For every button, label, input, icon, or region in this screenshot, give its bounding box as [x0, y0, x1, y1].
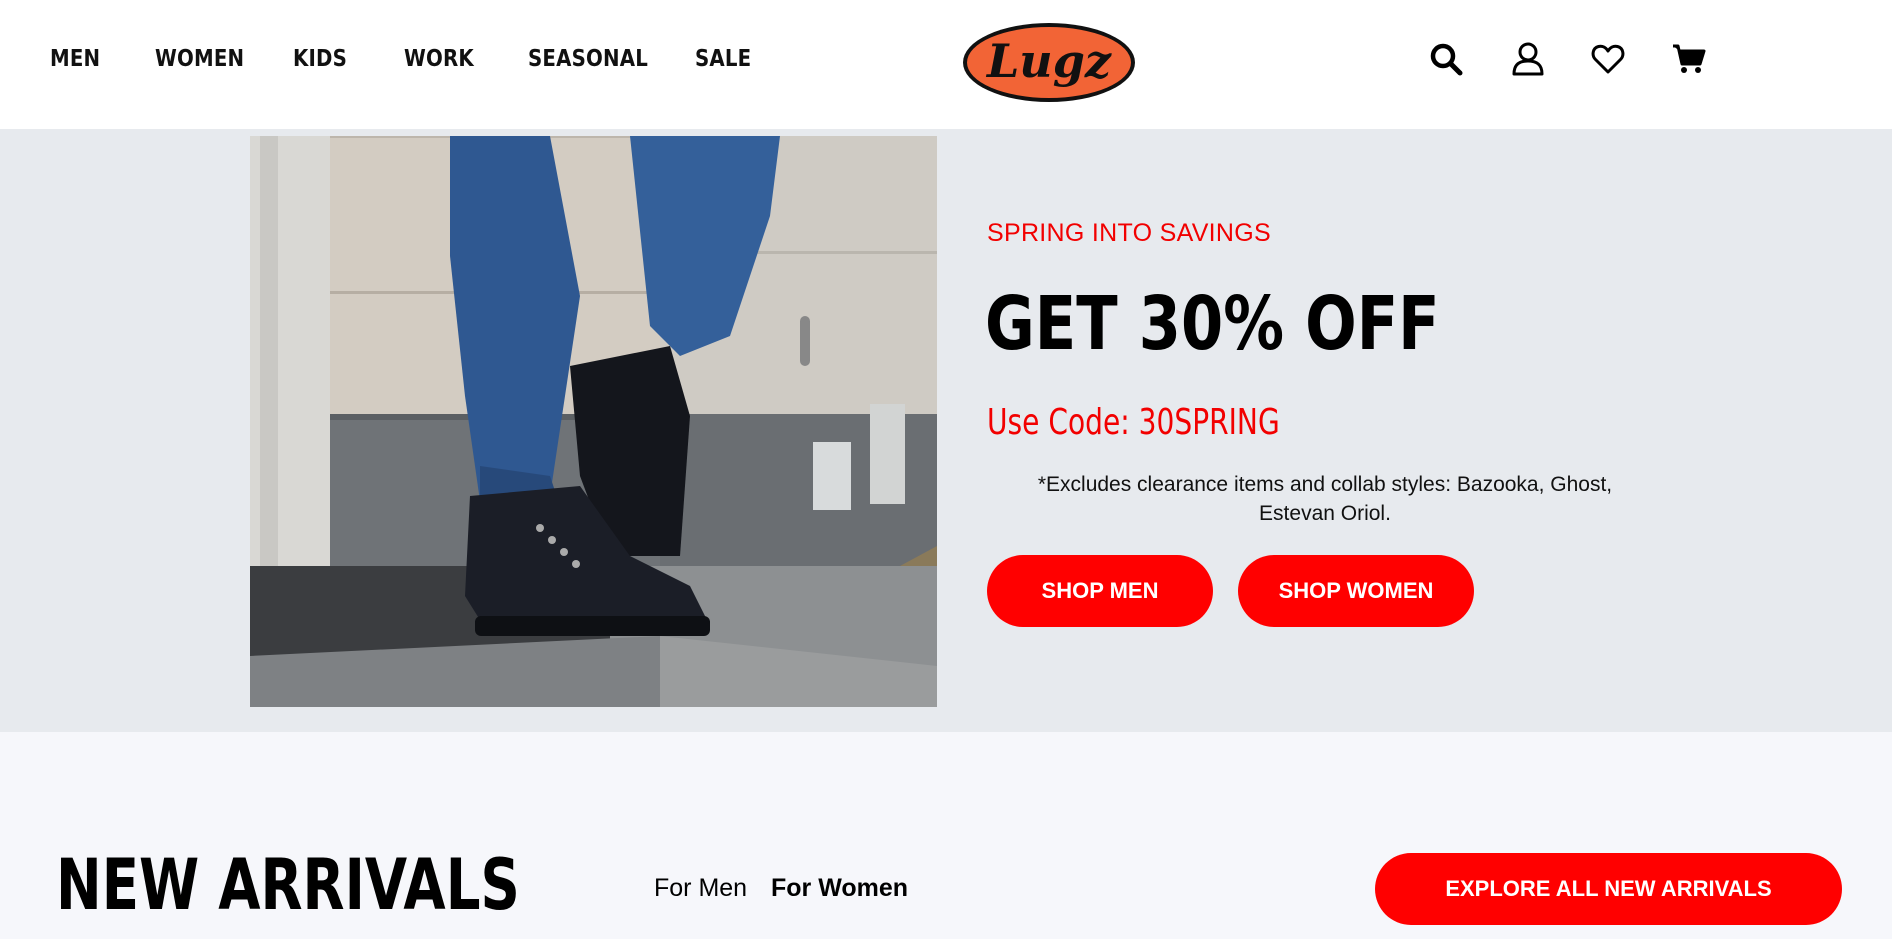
- nav-item-men[interactable]: MEN: [50, 46, 100, 72]
- promo-hero: SPRING INTO SAVINGS GET 30% OFF Use Code…: [0, 129, 1892, 732]
- shop-women-button[interactable]: SHOP WOMEN: [1238, 555, 1474, 627]
- promo-exclusions-note: *Excludes clearance items and collab sty…: [1037, 473, 1613, 525]
- tab-for-men[interactable]: For Men: [654, 874, 747, 903]
- site-header: MEN WOMEN KIDS WORK SEASONAL SALE Lugz: [0, 0, 1892, 129]
- nav-item-sale[interactable]: SALE: [695, 46, 751, 72]
- shop-men-button[interactable]: SHOP MEN: [987, 555, 1213, 627]
- explore-new-arrivals-button[interactable]: EXPLORE ALL NEW ARRIVALS: [1375, 853, 1842, 925]
- logo-text: Lugz: [985, 34, 1112, 88]
- promo-code: Use Code: 30SPRING: [987, 402, 1280, 443]
- promo-kicker: SPRING INTO SAVINGS: [987, 219, 1271, 247]
- nav-item-kids[interactable]: KIDS: [293, 46, 347, 72]
- nav-item-women[interactable]: WOMEN: [155, 46, 244, 72]
- promo-headline: GET 30% OFF: [985, 281, 1440, 367]
- lugz-logo[interactable]: Lugz: [961, 21, 1137, 104]
- tab-for-women[interactable]: For Women: [771, 874, 908, 903]
- nav-item-work[interactable]: WORK: [404, 46, 474, 72]
- hero-photo-boots[interactable]: [250, 136, 937, 707]
- wishlist-heart-icon[interactable]: [1585, 36, 1631, 82]
- new-arrivals-title: NEW ARRIVALS: [56, 844, 520, 926]
- nav-item-seasonal[interactable]: SEASONAL: [528, 46, 648, 72]
- cart-icon[interactable]: [1666, 36, 1712, 82]
- search-icon[interactable]: [1423, 36, 1469, 82]
- account-icon[interactable]: [1505, 36, 1551, 82]
